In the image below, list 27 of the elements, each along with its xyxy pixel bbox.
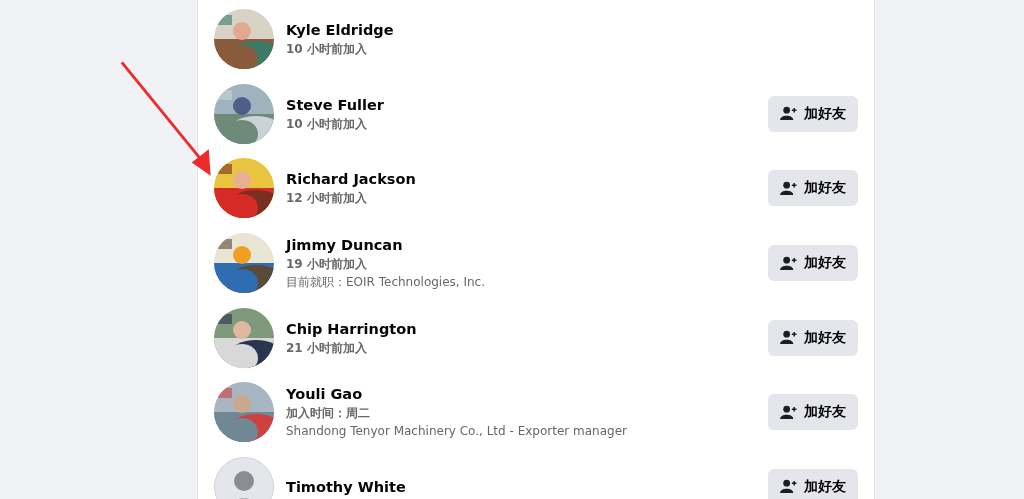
add-person-icon — [780, 330, 799, 346]
person-name[interactable]: Jimmy Duncan — [286, 235, 768, 256]
add-friend-button[interactable]: 加好友 — [768, 319, 858, 356]
person-name[interactable]: Chip Harrington — [286, 318, 768, 339]
join-time: 10 小时前加入 — [286, 41, 368, 59]
person-name[interactable]: Steve Fuller — [286, 94, 768, 115]
add-person-icon — [780, 181, 799, 196]
person-name[interactable]: Timothy White — [286, 476, 768, 497]
join-time: 21 小时前加入 — [286, 339, 368, 357]
join-time: 加入时间：周二 — [286, 405, 371, 423]
add-friend-button[interactable]: 加好友 — [768, 468, 858, 499]
work-info: 目前就职：EOIR Technologies, Inc. — [286, 274, 486, 292]
join-time: 12 小时前加入 — [286, 190, 368, 208]
join-time: 10 小时前加入 — [286, 115, 368, 133]
person-name[interactable]: Kyle Eldridge — [286, 20, 858, 41]
add-person-icon — [780, 479, 799, 495]
add-person-icon — [780, 255, 799, 271]
add-person-icon — [780, 106, 799, 122]
add-friend-button[interactable]: 加好友 — [768, 394, 858, 431]
person-name[interactable]: Richard Jackson — [286, 169, 768, 190]
person-name[interactable]: Youli Gao — [286, 384, 768, 405]
add-person-icon — [780, 404, 799, 420]
work-info: Shandong Tenyor Machinery Co., Ltd - Exporter manager — [286, 423, 628, 441]
add-friend-button[interactable]: 加好友 — [768, 245, 858, 282]
add-friend-button[interactable]: 加好友 — [768, 170, 858, 207]
add-friend-button[interactable]: 加好友 — [768, 95, 858, 132]
join-time: 19 小时前加入 — [286, 256, 368, 274]
